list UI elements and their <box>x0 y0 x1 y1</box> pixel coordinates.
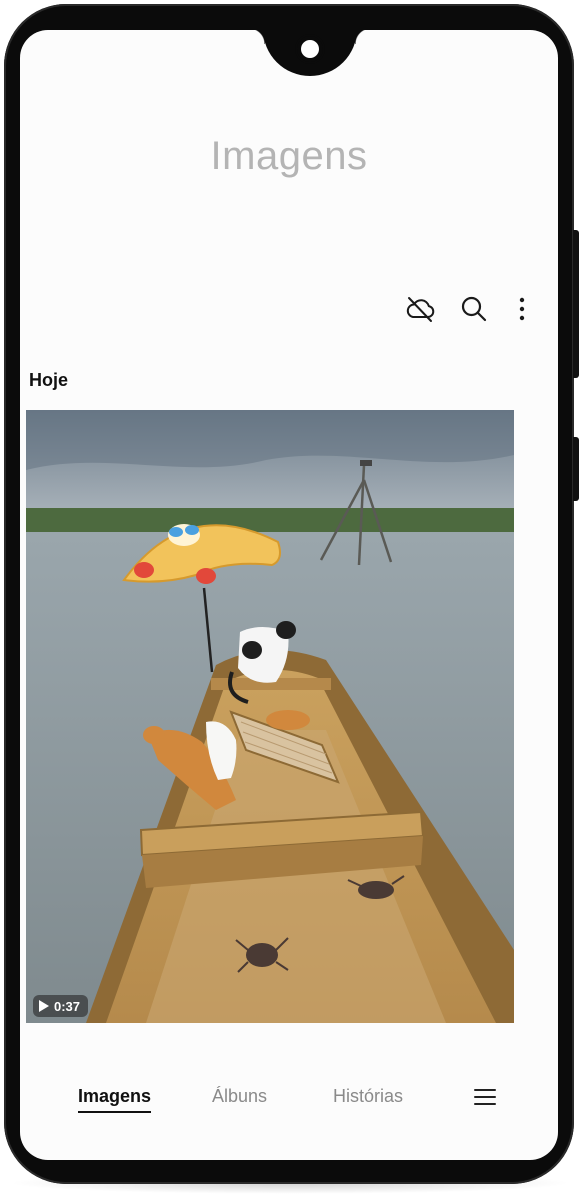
more-vertical-icon[interactable] <box>505 292 539 326</box>
volume-button <box>573 230 579 378</box>
section-label-today: Hoje <box>29 370 69 390</box>
search-icon[interactable] <box>457 292 491 326</box>
phone-screen: Imagens Hoje 0:37 Imagens Álbuns Históri… <box>20 30 558 1160</box>
play-icon <box>39 1000 49 1012</box>
video-duration-badge: 0:37 <box>33 995 89 1017</box>
video-duration: 0:37 <box>54 998 81 1014</box>
tab-imagens[interactable]: Imagens <box>78 1086 152 1113</box>
hamburger-menu-icon[interactable] <box>472 1084 498 1110</box>
front-camera-icon <box>297 36 323 62</box>
bottom-navigation: Imagens Álbuns Histórias <box>20 1070 558 1130</box>
power-button <box>573 437 579 501</box>
video-thumbnail-image <box>26 410 514 1023</box>
page-title: Imagens <box>210 134 368 178</box>
cloud-off-icon[interactable] <box>403 292 437 326</box>
tab-historias[interactable]: Histórias <box>333 1086 403 1107</box>
tab-albuns[interactable]: Álbuns <box>212 1086 267 1107</box>
notch <box>249 30 371 76</box>
video-thumbnail[interactable]: 0:37 <box>26 410 514 1023</box>
